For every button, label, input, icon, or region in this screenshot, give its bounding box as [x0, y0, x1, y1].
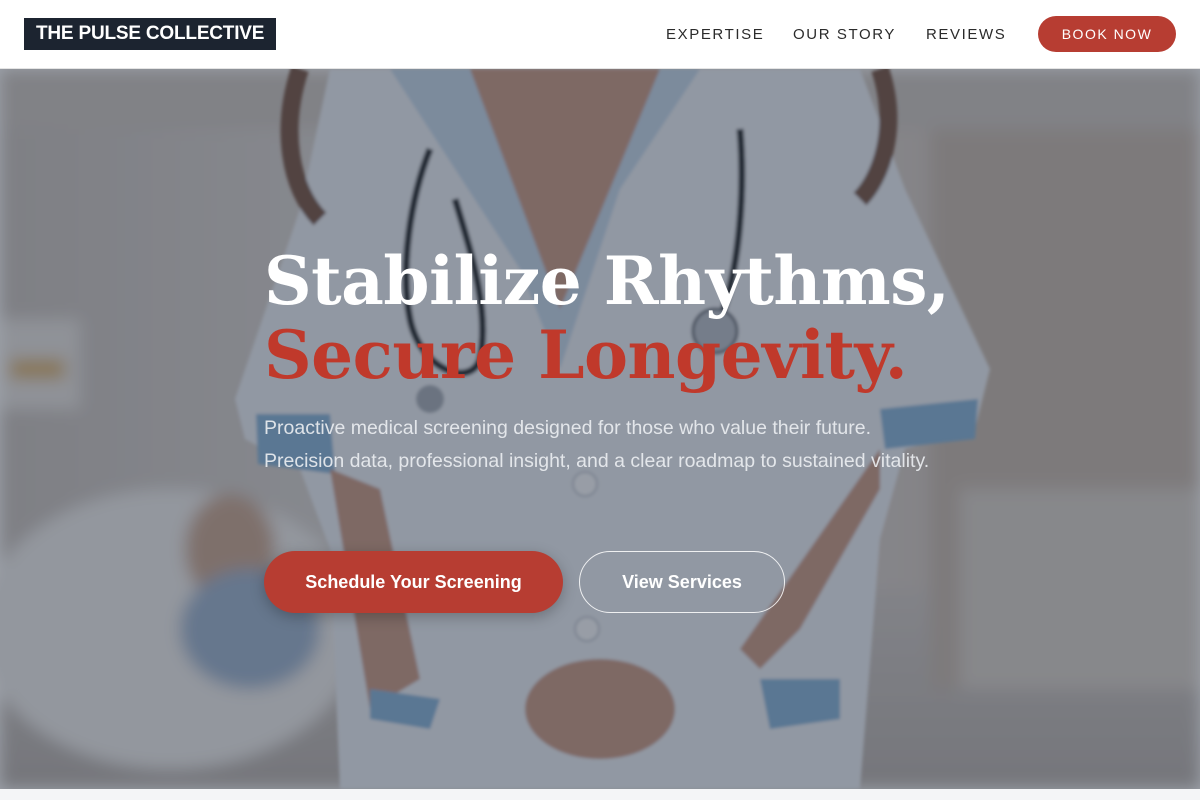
section-divider [0, 789, 1200, 800]
nav-link-our-story[interactable]: OUR STORY [793, 0, 896, 68]
site-logo[interactable]: THE PULSE COLLECTIVE [24, 18, 277, 50]
nav-link-reviews[interactable]: REVIEWS [926, 0, 1006, 68]
hero-headline-line-2: Secure Longevity. [264, 316, 908, 394]
book-now-button[interactable]: BOOK NOW [1038, 16, 1176, 52]
hero-headline-line-1: Stabilize Rhythms, [264, 242, 950, 320]
hero-description: Proactive medical screening designed for… [264, 417, 930, 472]
view-services-button[interactable]: View Services [579, 551, 785, 613]
hero-section: Stabilize Rhythms, Secure Longevity. Pro… [0, 69, 1200, 789]
schedule-screening-button[interactable]: Schedule Your Screening [264, 551, 563, 613]
site-header: THE PULSE COLLECTIVE EXPERTISE OUR STORY… [0, 0, 1200, 69]
nav-link-expertise[interactable]: EXPERTISE [666, 0, 764, 68]
